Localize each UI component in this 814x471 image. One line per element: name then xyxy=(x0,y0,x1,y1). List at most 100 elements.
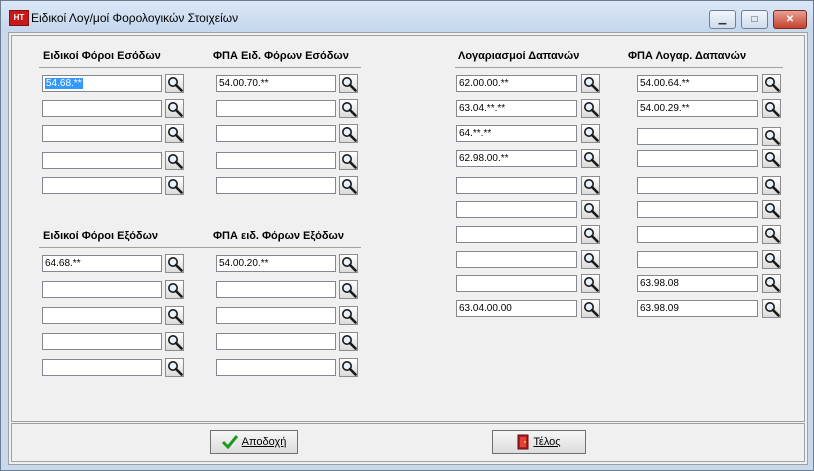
expense-special-field[interactable] xyxy=(42,307,162,324)
income-special-header: Ειδικοί Φόροι Εσόδων xyxy=(43,50,161,62)
income-vat-field[interactable] xyxy=(216,100,336,117)
search-icon[interactable] xyxy=(762,274,781,293)
search-icon[interactable] xyxy=(165,254,184,273)
expense-accounts-field[interactable]: 62.00.00.** xyxy=(456,75,577,92)
expense-accounts-vat-field[interactable] xyxy=(637,177,758,194)
search-icon[interactable] xyxy=(762,176,781,195)
income-special-field[interactable] xyxy=(42,100,162,117)
search-icon[interactable] xyxy=(165,99,184,118)
expense-accounts-field[interactable] xyxy=(456,226,577,243)
expense-special-header: Ειδικοί Φόροι Εξόδων xyxy=(43,230,159,242)
expense-vat-field[interactable] xyxy=(216,281,336,298)
income-vat-field[interactable] xyxy=(216,177,336,194)
search-icon[interactable] xyxy=(581,149,600,168)
expense-accounts-field[interactable]: 63.04.**.** xyxy=(456,100,577,117)
maximize-button[interactable]: □ xyxy=(741,10,768,29)
expense-accounts-vat-field[interactable] xyxy=(637,201,758,218)
expense-accounts-vat-field[interactable] xyxy=(637,251,758,268)
income-vat-field[interactable]: 54.00.70.** xyxy=(216,75,336,92)
search-icon[interactable] xyxy=(581,74,600,93)
search-icon[interactable] xyxy=(581,176,600,195)
search-icon[interactable] xyxy=(339,280,358,299)
income-header-divider xyxy=(39,67,361,68)
income-special-field[interactable] xyxy=(42,177,162,194)
expense-special-field[interactable] xyxy=(42,281,162,298)
search-icon[interactable] xyxy=(581,99,600,118)
income-vat-header: ΦΠΑ Ειδ. Φόρων Εσόδων xyxy=(213,50,349,62)
search-icon[interactable] xyxy=(165,176,184,195)
search-icon[interactable] xyxy=(165,74,184,93)
ok-button-label: Αποδοχή xyxy=(241,436,287,448)
expense-accounts-vat-field[interactable]: 54.00.64.** xyxy=(637,75,758,92)
minimize-button[interactable]: ▁ xyxy=(709,10,736,29)
income-special-field[interactable] xyxy=(42,152,162,169)
search-icon[interactable] xyxy=(165,151,184,170)
search-icon[interactable] xyxy=(165,332,184,351)
expense-special-field[interactable] xyxy=(42,333,162,350)
expense-accounts-field[interactable] xyxy=(456,201,577,218)
search-icon[interactable] xyxy=(165,280,184,299)
search-icon[interactable] xyxy=(581,250,600,269)
expense-accounts-vat-field[interactable]: 63.98.08 xyxy=(637,275,758,292)
checkmark-icon xyxy=(221,435,238,450)
search-icon[interactable] xyxy=(339,99,358,118)
app-logo-icon: ΗΤ xyxy=(9,10,29,26)
search-icon[interactable] xyxy=(581,225,600,244)
search-icon[interactable] xyxy=(762,250,781,269)
search-icon[interactable] xyxy=(165,306,184,325)
expense-accounts-header: Λογαριασμοί Δαπανών xyxy=(458,50,580,62)
exit-door-icon xyxy=(517,434,529,450)
expense-accounts-field[interactable]: 63.04.00.00 xyxy=(456,300,577,317)
search-icon[interactable] xyxy=(165,358,184,377)
expense-accounts-field[interactable] xyxy=(456,251,577,268)
income-vat-field[interactable] xyxy=(216,125,336,142)
search-icon[interactable] xyxy=(339,332,358,351)
expense-special-field[interactable] xyxy=(42,359,162,376)
expense-accounts-field[interactable]: 62.98.00.** xyxy=(456,150,577,167)
ok-button[interactable]: Αποδοχή xyxy=(210,430,298,454)
search-icon[interactable] xyxy=(762,149,781,168)
expense-accounts-vat-field[interactable]: 54.00.29.** xyxy=(637,100,758,117)
expense-accounts-field[interactable] xyxy=(456,177,577,194)
search-icon[interactable] xyxy=(581,274,600,293)
search-icon[interactable] xyxy=(339,151,358,170)
income-special-field[interactable] xyxy=(42,125,162,142)
search-icon[interactable] xyxy=(762,200,781,219)
expense-accounts-field[interactable]: 64.**.** xyxy=(456,125,577,142)
expense-accounts-vat-header: ΦΠΑ Λογαρ. Δαπανών xyxy=(628,50,747,62)
income-special-field[interactable]: 54.68.** xyxy=(42,75,162,92)
search-icon[interactable] xyxy=(762,225,781,244)
search-icon[interactable] xyxy=(339,358,358,377)
search-icon[interactable] xyxy=(581,299,600,318)
search-icon[interactable] xyxy=(581,124,600,143)
expense-vat-field[interactable] xyxy=(216,333,336,350)
expense-accounts-vat-field[interactable]: 63.98.09 xyxy=(637,300,758,317)
search-icon[interactable] xyxy=(762,299,781,318)
expense-accounts-field[interactable] xyxy=(456,275,577,292)
title-bar[interactable]: ΗΤ Ειδικοί Λογ/μοί Φορολογικών Στοιχείων… xyxy=(1,1,813,31)
search-icon[interactable] xyxy=(762,99,781,118)
expense-vat-header: ΦΠΑ ειδ. Φόρων Εξόδων xyxy=(213,230,344,242)
search-icon[interactable] xyxy=(339,74,358,93)
search-icon[interactable] xyxy=(339,254,358,273)
expense-accounts-vat-field[interactable] xyxy=(637,150,758,167)
search-icon[interactable] xyxy=(339,176,358,195)
search-icon[interactable] xyxy=(339,124,358,143)
expense-vat-field[interactable] xyxy=(216,307,336,324)
expense-accounts-vat-field[interactable] xyxy=(637,226,758,243)
expense-vat-field[interactable]: 54.00.20.** xyxy=(216,255,336,272)
search-icon[interactable] xyxy=(581,200,600,219)
expense-header-divider xyxy=(39,247,361,248)
close-button[interactable]: ✕ xyxy=(773,10,807,29)
accounts-header-divider xyxy=(455,67,783,68)
expense-special-field[interactable]: 64.68.** xyxy=(42,255,162,272)
search-icon[interactable] xyxy=(339,306,358,325)
income-vat-field[interactable] xyxy=(216,152,336,169)
app-window: ΗΤ Ειδικοί Λογ/μοί Φορολογικών Στοιχείων… xyxy=(0,0,814,471)
end-button[interactable]: Τέλος xyxy=(492,430,586,454)
expense-vat-field[interactable] xyxy=(216,359,336,376)
search-icon[interactable] xyxy=(165,124,184,143)
search-icon[interactable] xyxy=(762,74,781,93)
search-icon[interactable] xyxy=(762,127,781,146)
expense-accounts-vat-field[interactable] xyxy=(637,128,758,145)
